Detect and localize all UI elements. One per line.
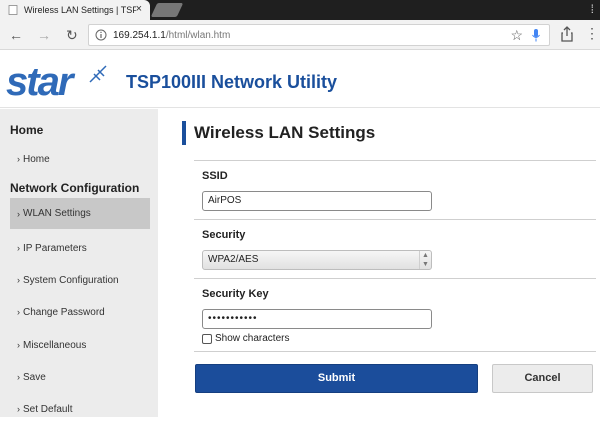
more-menu-icon[interactable]: ⋮ — [585, 25, 599, 42]
tab-close-icon[interactable]: × — [136, 3, 142, 15]
tab-title: Wireless LAN Settings | TSP — [24, 5, 136, 15]
chevron-right-icon: › — [17, 208, 20, 219]
url-path: /html/wlan.htm — [165, 30, 231, 41]
tabbar-menu-icon[interactable]: ⁞ — [591, 2, 594, 16]
new-tab-button[interactable] — [150, 3, 184, 17]
cancel-button[interactable]: Cancel — [492, 364, 593, 393]
info-icon[interactable] — [95, 29, 107, 41]
browser-tabbar: Wireless LAN Settings | TSP × ⁞ — [0, 0, 600, 20]
chevron-right-icon: › — [17, 275, 20, 285]
chevron-right-icon: › — [17, 154, 20, 164]
app-header: star TSP100III Network Utility — [0, 50, 600, 108]
browser-toolbar: ← → ↻ 169.254.1.1/html/wlan.htm ☆ ⋮ — [0, 20, 600, 50]
main-content: Wireless LAN Settings SSID AirPOS Securi… — [158, 109, 600, 417]
reload-icon[interactable]: ↻ — [66, 27, 78, 44]
sidebar-item-label: Save — [23, 371, 46, 383]
chevron-right-icon: › — [17, 243, 20, 253]
sidebar-item-label: Set Default — [23, 403, 73, 415]
sidebar-item-home[interactable]: › Home — [10, 144, 150, 174]
sidebar-item-miscellaneous[interactable]: › Miscellaneous — [10, 330, 150, 360]
divider — [194, 160, 596, 161]
page-icon — [8, 5, 18, 15]
page-title: Wireless LAN Settings — [182, 121, 375, 145]
sidebar-item-change-password[interactable]: › Change Password — [10, 297, 150, 327]
sidebar-item-ip-parameters[interactable]: › IP Parameters — [10, 233, 150, 263]
sidebar-item-system-configuration[interactable]: › System Configuration — [10, 265, 150, 295]
star-logo-mark-icon — [89, 65, 107, 83]
security-key-label: Security Key — [202, 288, 269, 300]
ssid-label: SSID — [202, 170, 228, 182]
back-icon[interactable]: ← — [9, 27, 23, 43]
divider — [194, 219, 596, 220]
sidebar-heading-network: Network Configuration — [10, 181, 140, 195]
app-title: TSP100III Network Utility — [126, 72, 338, 92]
sidebar-item-label: WLAN Settings — [23, 208, 91, 219]
chevron-right-icon: › — [17, 340, 20, 350]
share-icon[interactable] — [560, 26, 574, 42]
sidebar-item-wlan-settings[interactable]: › WLAN Settings — [10, 198, 150, 229]
security-select[interactable]: WPA2/AES ▲ ▼ — [202, 250, 432, 270]
ssid-input[interactable]: AirPOS — [202, 191, 432, 211]
sidebar-item-label: Home — [23, 153, 50, 165]
forward-icon[interactable]: → — [37, 27, 51, 43]
security-label: Security — [202, 229, 246, 241]
sidebar-item-label: Change Password — [23, 306, 105, 318]
show-characters-label: Show characters — [215, 333, 290, 344]
sidebar-item-set-default[interactable]: › Set Default — [10, 394, 150, 424]
chevron-right-icon: › — [17, 307, 20, 317]
sidebar-item-label: Miscellaneous — [23, 339, 87, 351]
sidebar-item-save[interactable]: › Save — [10, 362, 150, 392]
chevron-right-icon: › — [17, 372, 20, 382]
show-characters-row[interactable]: Show characters — [202, 333, 289, 344]
divider — [194, 351, 596, 352]
sidebar: Home › Home Network Configuration › WLAN… — [0, 109, 158, 417]
browser-tab[interactable]: Wireless LAN Settings | TSP × — [0, 0, 150, 20]
bookmark-star-icon[interactable]: ☆ — [510, 27, 523, 44]
select-arrows-icon: ▲ ▼ — [419, 251, 431, 269]
sidebar-heading-home: Home — [10, 123, 44, 137]
submit-button[interactable]: Submit — [195, 364, 478, 393]
address-bar[interactable]: 169.254.1.1/html/wlan.htm ☆ — [88, 24, 550, 46]
url-host: 169.254.1.1 — [113, 30, 166, 41]
url-text: 169.254.1.1/html/wlan.htm — [113, 30, 230, 41]
sidebar-item-label: IP Parameters — [23, 242, 87, 254]
sidebar-item-label: System Configuration — [23, 274, 119, 286]
star-logo: star — [6, 60, 73, 104]
divider — [194, 278, 596, 279]
chevron-right-icon: › — [17, 404, 20, 414]
show-characters-checkbox[interactable] — [202, 333, 212, 344]
microphone-icon[interactable] — [531, 28, 541, 43]
security-selected-value: WPA2/AES — [208, 254, 259, 265]
security-key-input[interactable]: ••••••••••• — [202, 309, 432, 329]
